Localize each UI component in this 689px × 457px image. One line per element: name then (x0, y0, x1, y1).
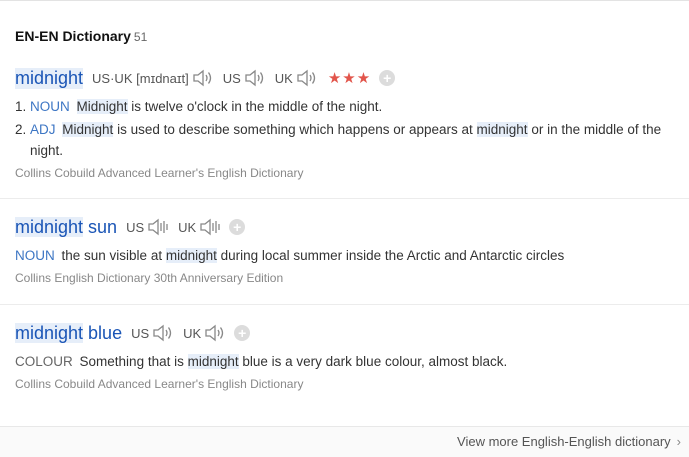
dictionary-source: Collins Cobuild Advanced Learner's Engli… (15, 377, 304, 391)
add-icon[interactable]: + (234, 325, 251, 341)
speaker-icon[interactable] (244, 69, 266, 87)
entry-headline: midnight US·UK [mɪdnaɪt] US UK ★★★ + (15, 65, 685, 91)
footer-bar: View more English-English dictionary › (0, 426, 689, 457)
entry-headline: midnight sun US UK + (15, 214, 685, 240)
entry-midnight-blue: midnight blue US UK + COLOUR Something t… (15, 320, 685, 391)
entry-midnight-sun: midnight sun US UK + NOUN the sun visibl… (15, 214, 685, 285)
frequency-stars: ★★★ (327, 70, 372, 87)
part-of-speech: NOUN (15, 248, 55, 263)
pron-us: US (126, 218, 169, 236)
definition-2: 2. ADJ Midnight is used to describe some… (15, 122, 662, 158)
definition: NOUN the sun visible at midnight during … (15, 248, 565, 263)
divider (0, 304, 689, 305)
part-of-speech: ADJ (30, 122, 56, 137)
pron-us: US (131, 324, 174, 342)
dictionary-source: Collins English Dictionary 30th Annivers… (15, 271, 284, 285)
definition: COLOUR Something that is midnight blue i… (15, 354, 508, 369)
pron-uk: UK (178, 218, 221, 236)
add-icon[interactable]: + (229, 219, 246, 235)
part-of-speech: COLOUR (15, 354, 73, 369)
pron-us: US (223, 69, 266, 87)
divider (0, 198, 689, 199)
pron-usuk: US·UK [mɪdnaɪt] (92, 69, 214, 87)
speaker-icon[interactable] (204, 324, 226, 342)
top-border (0, 0, 689, 1)
definition-1: 1. NOUN Midnight is twelve o'clock in th… (15, 99, 383, 114)
part-of-speech: NOUN (30, 99, 70, 114)
dictionary-source: Collins Cobuild Advanced Learner's Engli… (15, 166, 304, 180)
entry-midnight: midnight US·UK [mɪdnaɪt] US UK ★★★ + 1. … (15, 65, 685, 180)
speaker-icon[interactable] (152, 324, 174, 342)
chevron-right-icon: › (676, 434, 681, 449)
add-icon[interactable]: + (379, 70, 396, 86)
section-title: EN-EN Dictionary (15, 28, 131, 44)
speaker-icon[interactable] (296, 69, 318, 87)
headword[interactable]: midnight sun (15, 216, 117, 238)
pron-uk: UK (183, 324, 226, 342)
speaker-icon[interactable] (192, 69, 214, 87)
section-header: EN-EN Dictionary 51 (15, 28, 147, 44)
view-more-link[interactable]: View more English-English dictionary › (457, 434, 681, 449)
headword[interactable]: midnight blue (15, 322, 122, 344)
result-count: 51 (133, 30, 148, 44)
speaker-icon[interactable] (199, 218, 221, 236)
pron-uk: UK (275, 69, 318, 87)
speaker-icon[interactable] (147, 218, 169, 236)
entry-headline: midnight blue US UK + (15, 320, 685, 346)
headword[interactable]: midnight (15, 67, 84, 89)
